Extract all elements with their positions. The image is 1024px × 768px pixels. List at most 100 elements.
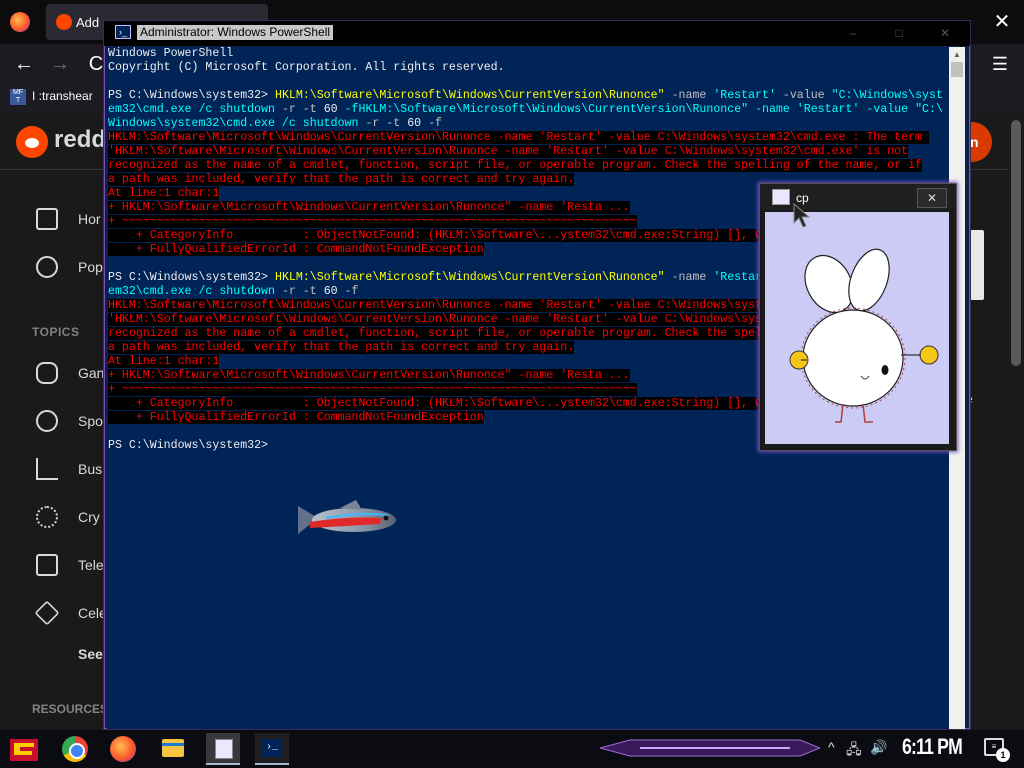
- console-line: + HKLM:\Software\Microsoft\Windows\Curre…: [108, 369, 630, 383]
- console-text: Copyright (C) Microsoft Corporation. All…: [108, 61, 505, 74]
- console-text: + FullyQualifiedErrorId : CommandNotFoun…: [108, 243, 484, 256]
- reddit-nav-label: Hor: [78, 211, 101, 227]
- home-icon: [36, 208, 58, 230]
- console-text: HKLM:\Software\Microsoft\Windows\Current…: [274, 89, 665, 102]
- firefox-logo-icon[interactable]: [10, 12, 30, 32]
- notification-badge: 1: [996, 748, 1010, 762]
- chart-icon: [36, 458, 58, 480]
- console-text: a path was included, verify that the pat…: [108, 173, 575, 186]
- console-text: 'Restart': [713, 89, 776, 102]
- file-explorer-taskbar-icon[interactable]: [162, 739, 184, 757]
- reddit-topic-label: Gan: [78, 365, 105, 381]
- console-line: 'HKLM:\Software\Microsoft\Windows\Curren…: [108, 145, 909, 159]
- console-line: Windows\system32\cmd.exe /c shutdown -r …: [108, 117, 442, 131]
- network-icon[interactable]: 🖧: [846, 739, 862, 763]
- console-line: + FullyQualifiedErrorId : CommandNotFoun…: [108, 411, 484, 425]
- taskbar-clock[interactable]: 6:11 PM: [902, 734, 963, 760]
- bookmark-item[interactable]: MF T I :transhear: [10, 89, 93, 105]
- mouse-cursor-icon: [793, 203, 811, 228]
- hamburger-menu-icon[interactable]: ☰: [988, 52, 1012, 76]
- console-line: recognized as the name of a cmdlet, func…: [108, 159, 923, 173]
- console-text: recognized as the name of a cmdlet, func…: [108, 159, 923, 172]
- bunny-window-icon: [772, 189, 790, 205]
- powershell-icon[interactable]: ›_: [115, 25, 131, 39]
- back-arrow-icon[interactable]: ←: [12, 52, 36, 76]
- gamepad-icon: [36, 362, 58, 384]
- firefox-taskbar-icon[interactable]: [110, 736, 136, 762]
- bookmark-favicon-icon: MF T: [10, 89, 26, 105]
- crypto-icon: [36, 506, 58, 528]
- forward-arrow-icon[interactable]: →: [48, 52, 72, 76]
- console-line: em32\cmd.exe /c shutdown -r -t 60 -fHKLM…: [108, 103, 943, 117]
- powershell-taskbar-icon[interactable]: [255, 733, 289, 765]
- console-line: + ~~~~~~~~~~~~~~~~~~~~~~~~~~~~~~~~~~~~~~…: [108, 215, 637, 229]
- scroll-up-arrow-icon[interactable]: ▲: [949, 47, 965, 62]
- fish-pet-icon[interactable]: [296, 500, 400, 540]
- bunny-taskbar-icon[interactable]: [206, 733, 240, 765]
- console-line: HKLM:\Software\Microsoft\Windows\Current…: [108, 131, 929, 145]
- console-text: em32\cmd.exe /c shutdown: [108, 103, 282, 116]
- taskbar-decoration: [600, 739, 820, 757]
- reddit-topic-label: Cry: [78, 509, 100, 525]
- start-button-icon[interactable]: [8, 735, 40, 763]
- console-line: em32\cmd.exe /c shutdown -r -t 60 -f: [108, 285, 359, 299]
- reddit-logo-icon[interactable]: [16, 126, 48, 158]
- console-text: -name: [664, 271, 714, 284]
- console-text: HKLM:\Software\Microsoft\Windows\Current…: [274, 271, 665, 284]
- console-text: PS C:\Windows\system32>: [108, 271, 275, 284]
- console-text: + FullyQualifiedErrorId : CommandNotFoun…: [108, 411, 484, 424]
- console-line: At line:1 char:1: [108, 187, 220, 201]
- console-text: a path was included, verify that the pat…: [108, 341, 575, 354]
- console-text: + HKLM:\Software\Microsoft\Windows\Curre…: [108, 369, 630, 382]
- reddit-wordmark[interactable]: redd: [54, 126, 106, 154]
- volume-icon[interactable]: 🔊: [870, 739, 887, 756]
- console-text: Windows\system32\cmd.exe /c shutdown: [108, 117, 366, 130]
- console-text: + HKLM:\Software\Microsoft\Windows\Curre…: [108, 201, 630, 214]
- console-line: + ~~~~~~~~~~~~~~~~~~~~~~~~~~~~~~~~~~~~~~…: [108, 383, 637, 397]
- television-icon: [36, 554, 58, 576]
- console-text: + ~~~~~~~~~~~~~~~~~~~~~~~~~~~~~~~~~~~~~~…: [108, 215, 637, 228]
- browser-close-button[interactable]: ✕: [988, 8, 1016, 36]
- powershell-title: Administrator: Windows PowerShell: [137, 25, 334, 40]
- console-text: HKLM:\Software\Microsoft\Windows\Current…: [108, 131, 929, 144]
- console-line: At line:1 char:1: [108, 355, 220, 369]
- bunny-close-button[interactable]: ✕: [917, 188, 947, 208]
- reddit-topic-label: Tele: [78, 557, 104, 573]
- console-text: PS C:\Windows\system32>: [108, 89, 275, 102]
- console-text: 60: [400, 117, 429, 130]
- console-text: Windows PowerShell: [108, 47, 234, 60]
- see-more-link[interactable]: See: [78, 646, 103, 662]
- console-line: PS C:\Windows\system32>: [108, 439, 268, 453]
- console-line: + HKLM:\Software\Microsoft\Windows\Curre…: [108, 201, 630, 215]
- console-text: PS C:\Windows\system32>: [108, 439, 269, 452]
- console-text: 60: [316, 285, 345, 298]
- topics-heading: TOPICS: [32, 325, 80, 339]
- console-text: -name: [664, 89, 714, 102]
- console-line: Copyright (C) Microsoft Corporation. All…: [108, 61, 505, 75]
- console-text: -r -t: [281, 103, 317, 116]
- minimize-button[interactable]: –: [838, 24, 868, 42]
- console-text: At line:1 char:1: [108, 187, 220, 200]
- star-icon: [34, 600, 60, 626]
- reddit-nav-label: Pop: [78, 259, 103, 275]
- bunny-image: [765, 212, 949, 444]
- browser-tab-title: Add: [76, 15, 100, 30]
- console-text: 60: [316, 103, 345, 116]
- console-scrollbar-thumb[interactable]: [951, 62, 963, 77]
- popular-icon: [36, 256, 58, 278]
- console-line: a path was included, verify that the pat…: [108, 173, 575, 187]
- tray-chevron-icon[interactable]: ^: [828, 739, 835, 755]
- console-text: At line:1 char:1: [108, 355, 220, 368]
- console-text: -r -t: [365, 117, 401, 130]
- console-text: 'HKLM:\Software\Microsoft\Windows\Curren…: [108, 145, 909, 158]
- chrome-taskbar-icon[interactable]: [62, 736, 88, 762]
- browser-scrollbar-thumb[interactable]: [1011, 120, 1021, 366]
- reddit-topic-label: Spo: [78, 413, 103, 429]
- console-text: em32\cmd.exe /c shutdown: [108, 285, 282, 298]
- close-button[interactable]: ✕: [930, 24, 960, 42]
- console-line: PS C:\Windows\system32> HKLM:\Software\M…: [108, 89, 943, 103]
- console-text: "C:\Windows\syst: [831, 89, 943, 102]
- bookmark-label: I :transhear: [32, 89, 93, 104]
- console-text: -f: [428, 117, 442, 130]
- maximize-button[interactable]: □: [884, 24, 914, 42]
